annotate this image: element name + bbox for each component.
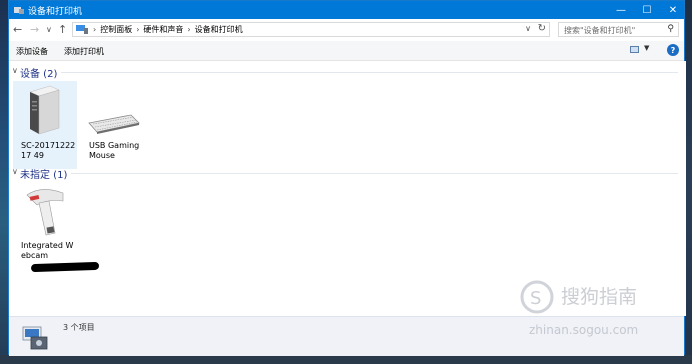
device-label-usb-mouse: USB Gaming Mouse (89, 141, 140, 160)
taskbar[interactable] (0, 355, 692, 364)
command-bar: 添加设备 添加打印机 ▼ ? (9, 41, 684, 61)
add-device-button[interactable]: 添加设备 (16, 46, 48, 57)
watermark-brand: 搜狗指南 (561, 286, 638, 308)
add-printer-button[interactable]: 添加打印机 (64, 46, 104, 57)
minimize-button[interactable]: — (608, 1, 634, 19)
forward-arrow-icon[interactable]: → (30, 23, 39, 36)
desktop-left-edge (0, 0, 8, 364)
back-arrow-icon[interactable]: ← (13, 23, 22, 36)
device-label-integrated-webcam: Integrated Webcam (21, 241, 74, 260)
close-button[interactable]: ✕ (660, 1, 686, 19)
chevron-down-icon[interactable]: ∨ (12, 167, 18, 176)
device-item-integrated-webcam[interactable]: Integrated Webcam (13, 181, 77, 269)
vertical-scrollbar[interactable] (678, 61, 686, 316)
watermark-site: zhinan.sogou.com (529, 323, 639, 337)
svg-text:S: S (530, 288, 541, 309)
maximize-button[interactable]: ☐ (634, 1, 660, 19)
view-options-icon[interactable] (630, 46, 639, 53)
address-bar[interactable]: › 控制面板 › 硬件和声音 › 设备和打印机 ∨ ↻ (72, 22, 550, 37)
crumb-devices-printers[interactable]: 设备和打印机 (195, 24, 243, 35)
explorer-window: 设备和打印机 — ☐ ✕ ← → ∨ ↑ › 控制面板 › 硬件和声音 › 设备… (8, 0, 686, 356)
computer-tower-icon (29, 85, 60, 135)
devices-printers-icon (14, 7, 24, 14)
help-icon[interactable]: ? (667, 44, 679, 56)
item-count: 3 个项目 (63, 323, 95, 332)
navigation-bar: ← → ∨ ↑ › 控制面板 › 硬件和声音 › 设备和打印机 ∨ ↻ 搜索"设… (9, 19, 684, 41)
search-placeholder: 搜索"设备和打印机" (564, 26, 636, 35)
window-title: 设备和打印机 (28, 7, 83, 17)
recent-chevron-icon[interactable]: ∨ (46, 25, 52, 34)
up-arrow-icon[interactable]: ↑ (58, 23, 67, 36)
device-item-usb-mouse[interactable]: USB Gaming Mouse (81, 81, 145, 169)
sogou-logo-icon: S (520, 280, 554, 314)
breadcrumb: › 控制面板 › 硬件和声音 › 设备和打印机 (93, 24, 243, 35)
devices-pane: ∨ 设备 (2) SC-2017122217 49 USB Gaming Mou… (9, 61, 684, 316)
group-header-unspecified[interactable]: ∨ 未指定 (1) (9, 166, 684, 181)
address-dropdown-icon[interactable]: ∨ (525, 24, 531, 33)
crumb-control-panel[interactable]: 控制面板 (100, 24, 132, 35)
sogou-watermark: S 搜狗指南 zhinan.sogou.com (519, 279, 638, 337)
view-dropdown-icon[interactable]: ▼ (644, 44, 649, 52)
device-item-computer[interactable]: SC-2017122217 49 (13, 81, 77, 169)
device-label-computer: SC-2017122217 49 (21, 141, 76, 160)
group-title-devices: 设备 (2) (20, 69, 58, 80)
search-box[interactable]: 搜索"设备和打印机" ⚲ (558, 22, 679, 37)
title-bar[interactable]: 设备和打印机 — ☐ ✕ (9, 1, 684, 19)
refresh-icon[interactable]: ↻ (538, 23, 546, 34)
keyboard-icon (88, 114, 140, 134)
control-panel-icon (76, 25, 88, 34)
barcode-scanner-icon (26, 189, 64, 236)
search-icon[interactable]: ⚲ (667, 24, 674, 34)
devices-printers-icon (22, 326, 48, 350)
group-title-unspecified: 未指定 (1) (20, 170, 68, 181)
chevron-down-icon[interactable]: ∨ (12, 66, 18, 75)
crumb-hardware-sound[interactable]: 硬件和声音 (143, 24, 183, 35)
group-header-devices[interactable]: ∨ 设备 (2) (9, 65, 684, 80)
